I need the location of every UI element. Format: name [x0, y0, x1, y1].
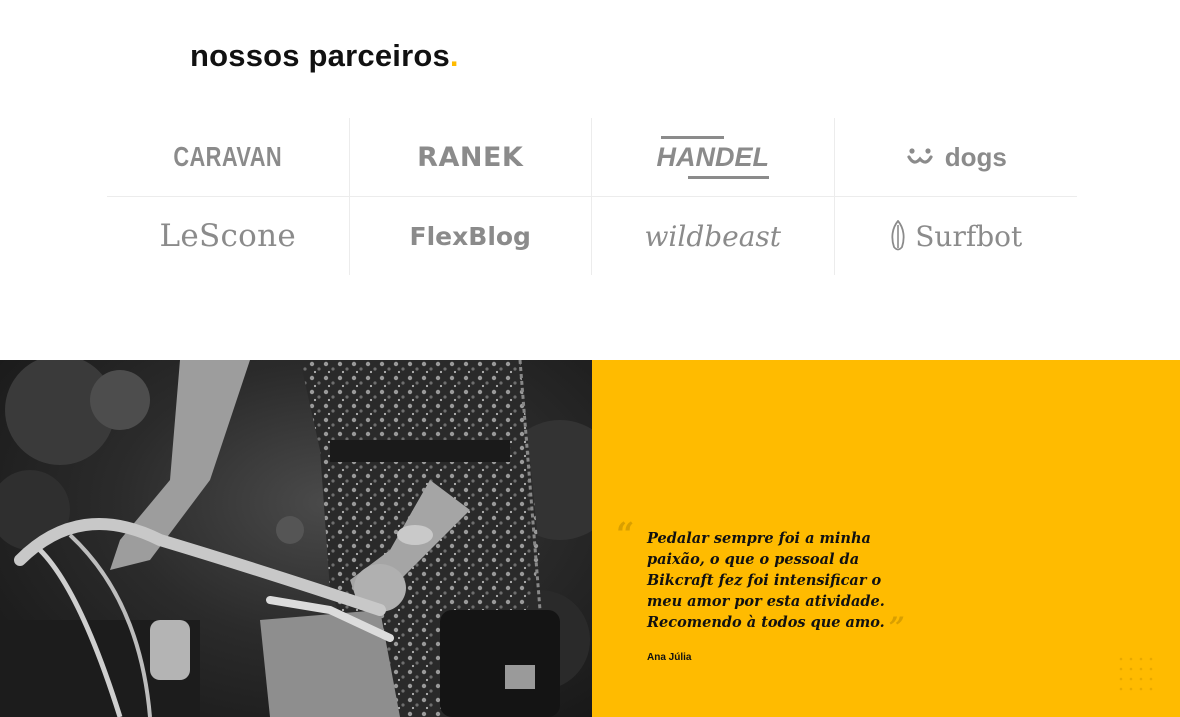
lescone-logo: LeScone — [159, 218, 297, 254]
title-accent-dot: . — [449, 38, 459, 73]
partner-dogs[interactable]: dogs — [834, 118, 1077, 197]
dogs-logo: dogs — [905, 142, 1007, 173]
open-quote-icon: “ — [616, 515, 635, 553]
title-text: nossos parceiros — [190, 38, 450, 73]
surfbot-text: Surfbot — [915, 219, 1023, 253]
surfbot-logo: Surfbot — [889, 220, 1022, 253]
cyclist-photo-illustration — [0, 360, 592, 717]
dots-pattern-icon — [1119, 657, 1153, 691]
surfboard-icon — [891, 220, 905, 251]
quote-text: Pedalar sempre foi a minha paixão, o que… — [647, 530, 885, 631]
handel-text: HANDEL — [656, 141, 770, 172]
partner-handel[interactable]: HANDEL — [592, 118, 835, 197]
partner-lescone[interactable]: LeScone — [107, 197, 350, 275]
wildbeast-logo: wildbeast — [644, 219, 782, 253]
partner-ranek[interactable]: RANEK — [349, 118, 592, 197]
cyclist-photo — [0, 360, 592, 717]
partner-flexblog[interactable]: FlexBlog — [350, 197, 592, 275]
testimonial-author: Ana Júlia — [647, 652, 692, 663]
flexblog-logo: FlexBlog — [409, 221, 531, 251]
testimonial-quote: Pedalar sempre foi a minha paixão, o que… — [647, 528, 915, 642]
testimonial-section — [0, 360, 1180, 717]
partners-logo-grid: CARAVAN RANEK HANDEL dogs LeScone FlexBl… — [107, 118, 1077, 275]
handel-bottom-bar — [688, 175, 769, 179]
partner-surfbot[interactable]: Surfbot — [835, 197, 1078, 275]
partners-section-title: nossos parceiros. — [190, 38, 459, 74]
ranek-logo: RANEK — [417, 141, 524, 173]
close-quote-icon: ” — [888, 611, 905, 644]
partner-wildbeast[interactable]: wildbeast — [592, 197, 835, 275]
caravan-logo: CARAVAN — [173, 141, 283, 172]
partner-caravan[interactable]: CARAVAN — [107, 118, 350, 197]
handel-top-bar — [660, 135, 724, 139]
dogs-face-icon — [907, 148, 933, 164]
handel-logo: HANDEL — [656, 135, 770, 179]
dogs-text: dogs — [944, 141, 1007, 172]
